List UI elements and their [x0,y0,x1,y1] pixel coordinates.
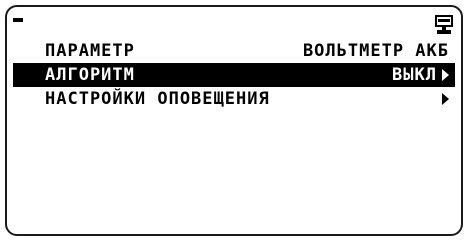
device-icon [435,15,453,34]
menu-item-notification-settings[interactable]: НАСТРОЙКИ ОПОВЕЩЕНИЯ [13,87,455,111]
menu-item-value: ВОЛЬТМЕТР АКБ [302,41,449,61]
status-bar [7,7,461,37]
display-screen: ПАРАМЕТР ВОЛЬТМЕТР АКБ АЛГОРИТМ ВЫКЛ НАС… [5,5,463,236]
menu-item-label: АЛГОРИТМ [45,65,135,85]
menu-item-value-wrap: ВОЛЬТМЕТР АКБ [303,41,449,61]
menu-item-value: ВЫКЛ [392,65,437,85]
chevron-right-icon [442,93,449,105]
chevron-right-icon [442,69,449,81]
settings-menu: ПАРАМЕТР ВОЛЬТМЕТР АКБ АЛГОРИТМ ВЫКЛ НАС… [7,39,461,111]
back-dash-icon[interactable] [13,18,23,22]
menu-item-value-wrap [437,93,449,105]
menu-item-value-wrap: ВЫКЛ [392,65,449,85]
menu-item-label: ПАРАМЕТР [45,41,135,61]
menu-item-label: НАСТРОЙКИ ОПОВЕЩЕНИЯ [45,89,270,109]
menu-item-algorithm[interactable]: АЛГОРИТМ ВЫКЛ [13,63,455,87]
menu-item-parameter[interactable]: ПАРАМЕТР ВОЛЬТМЕТР АКБ [13,39,455,63]
